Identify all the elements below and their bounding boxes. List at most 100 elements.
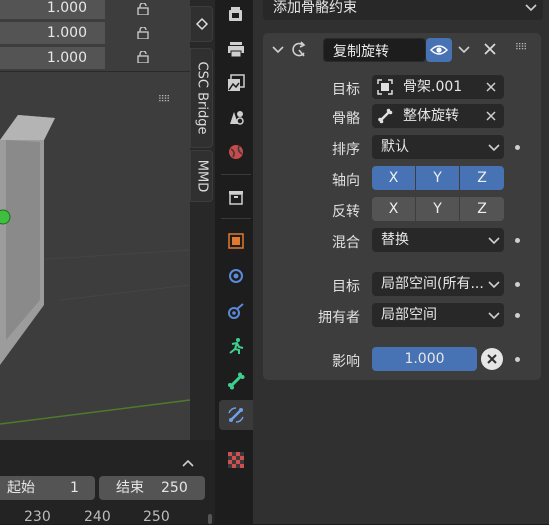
target-space-dropdown[interactable]: 局部空间(所有... [372,272,504,296]
tab-collection[interactable] [221,182,251,212]
tab-physics[interactable] [221,331,251,361]
globe-icon [229,145,243,159]
target-label: 目标 [332,82,360,98]
chevron-up-icon[interactable] [181,458,195,468]
axis-y-toggle[interactable]: Y [416,166,459,190]
tab-modifiers[interactable] [221,261,251,291]
axis-z-toggle[interactable]: Z [460,166,504,190]
3d-viewport[interactable]: 1.000 1.000 1.000 ⠿⠿ CSC Bridge MMD [0,0,215,440]
tab-bone-constraints[interactable] [219,400,253,430]
tab-mmd[interactable]: MMD [190,150,213,202]
owner-space-dropdown[interactable]: 局部空间 [372,303,504,327]
drag-handle-icon[interactable]: ⠿⠿ [515,43,527,53]
collapse-chevron-icon[interactable] [272,45,284,55]
tab-item-icon[interactable] [190,6,213,42]
chevron-down-icon [488,237,500,245]
bone-field[interactable]: 整体旋转 [372,104,504,128]
tab-output[interactable] [221,34,251,64]
mix-label: 混合 [332,235,360,251]
tab-csc-bridge-label: CSC Bridge [194,61,209,135]
frame-number: 230 [24,509,51,525]
keyframe-dot[interactable] [515,145,520,150]
frame-start-field[interactable]: 起始 1 [0,476,95,500]
influence-label: 影响 [332,354,360,370]
image-stack-icon [228,74,245,91]
frame-end-value: 250 [161,480,188,496]
add-bone-constraint-label: 添加骨骼约束 [273,0,357,16]
tab-mmd-label: MMD [194,159,209,193]
running-figure-icon [229,338,244,354]
tab-bone[interactable] [221,366,251,396]
lock-icon[interactable] [137,3,151,15]
clear-icon[interactable] [486,111,496,121]
printer-icon [228,42,244,58]
bone-constraint-icon [228,407,244,423]
disable-keep-transform-button[interactable] [481,348,503,370]
tab-world[interactable] [221,137,251,167]
particles-icon [228,303,244,319]
tab-render[interactable] [221,0,251,30]
bone-icon [228,372,245,390]
tab-particles[interactable] [221,296,251,326]
mix-dropdown[interactable]: 替换 [372,228,504,252]
add-bone-constraint-dropdown[interactable]: 添加骨骼约束 [263,0,543,20]
scale-x-field[interactable]: 1.000 [0,0,105,19]
tab-separator [221,218,251,219]
tab-csc-bridge[interactable]: CSC Bridge [190,48,213,148]
chevron-down-icon [488,312,500,320]
axis-x-toggle[interactable]: X [372,166,415,190]
keyframe-dot[interactable] [515,357,520,362]
close-icon[interactable] [484,43,496,55]
target-field[interactable]: 骨架.001 [372,75,504,99]
clear-icon[interactable] [486,82,496,92]
tab-object[interactable] [221,226,251,256]
close-circle-icon [487,354,497,364]
lock-icon[interactable] [137,27,151,39]
keyframe-dot[interactable] [515,238,520,243]
bone-icon [378,108,393,124]
constraint-name: 复制旋转 [333,44,389,60]
chevron-down-icon [525,4,537,12]
frame-start-label: 起始 [7,480,35,496]
target-value: 骨架.001 [403,79,463,95]
constraint-menu-chevron-icon[interactable] [458,46,470,54]
drag-handle-icon[interactable]: ⠿⠿ [158,95,170,105]
tab-texture[interactable] [221,445,251,475]
eye-icon [430,45,448,55]
tab-separator [221,174,251,175]
keyframe-dot[interactable] [515,282,520,287]
scale-z-field[interactable]: 1.000 [0,47,105,69]
scale-y-field[interactable]: 1.000 [0,22,105,44]
keyframe-dot[interactable] [515,313,520,318]
chevron-down-icon [488,144,500,152]
mix-value: 替换 [381,232,409,248]
frame-number: 250 [143,509,170,525]
invert-y-toggle[interactable]: Y [416,197,459,221]
wrench-circle-icon [229,269,243,283]
panel-divider [0,71,190,72]
constraint-name-field[interactable]: 复制旋转 [323,38,426,62]
influence-value: 1.000 [404,351,445,367]
lock-icon[interactable] [137,51,151,63]
tab-view-layer[interactable] [221,68,251,98]
owner-space-label: 拥有者 [318,310,360,326]
camera-back-icon [229,7,242,21]
influence-slider[interactable]: 1.000 [372,347,477,371]
timeline-scrollbar[interactable] [208,514,212,524]
target-space-value: 局部空间(所有... [381,276,484,292]
order-label: 排序 [332,142,360,158]
copy-rotation-icon [292,41,306,57]
object-square-icon [228,233,244,249]
axis-label: 轴向 [332,173,360,189]
invert-z-toggle[interactable]: Z [460,197,504,221]
frame-start-value: 1 [70,480,79,496]
target-space-label: 目标 [332,279,360,295]
box-icon [229,191,243,205]
tab-scene[interactable] [221,102,251,132]
invert-x-toggle[interactable]: X [372,197,415,221]
frame-end-field[interactable]: 结束 250 [99,476,205,500]
armature-object-icon [377,79,393,95]
order-dropdown[interactable]: 默认 [372,135,504,159]
toggle-enabled-button[interactable] [426,38,452,62]
owner-space-value: 局部空间 [381,307,437,323]
